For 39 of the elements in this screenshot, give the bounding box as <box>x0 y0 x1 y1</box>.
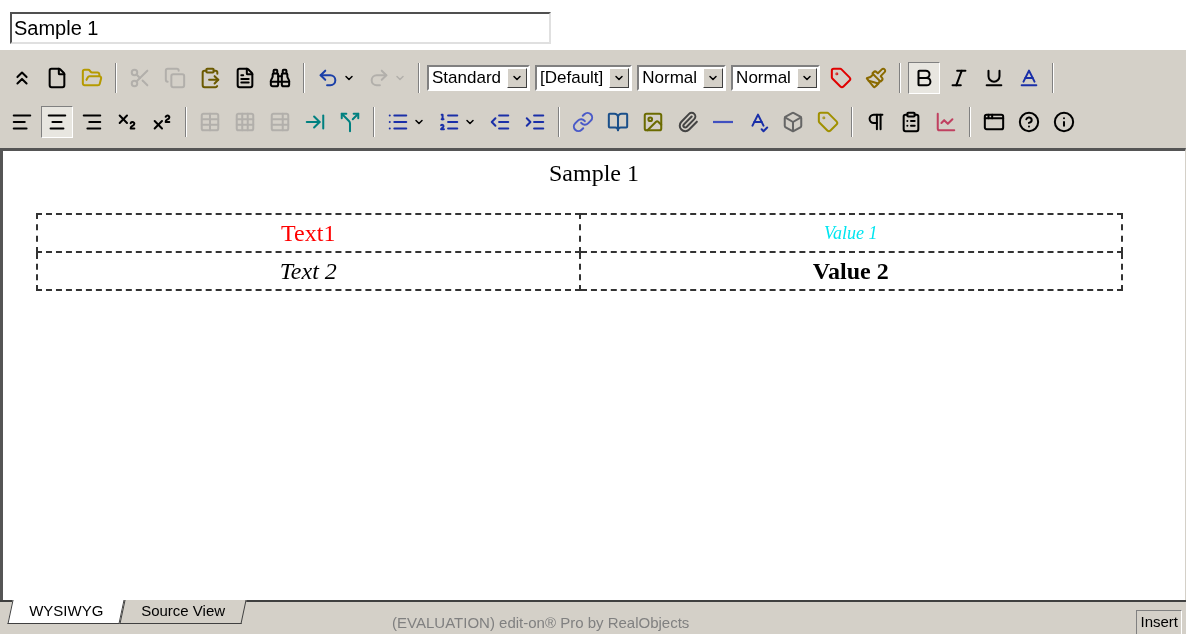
view-tab[interactable]: Source View <box>119 600 247 624</box>
tag-icon <box>817 111 839 133</box>
link-icon <box>572 111 594 133</box>
insert-mode-indicator: Insert <box>1136 610 1182 634</box>
style-dropdown[interactable]: Standard <box>427 65 530 91</box>
style-dropdown[interactable]: Normal <box>637 65 727 91</box>
brush-icon <box>864 67 887 89</box>
cut-icon <box>129 67 151 89</box>
view-tab[interactable]: WYSIWYG <box>7 600 125 624</box>
help-icon <box>1018 111 1040 133</box>
window-icon <box>983 111 1005 133</box>
chart-icon <box>935 111 957 133</box>
new-document-icon <box>46 67 68 89</box>
paperclip-icon <box>677 111 699 133</box>
horizontal-rule-icon <box>712 120 734 124</box>
tag-icon <box>829 67 852 89</box>
toolbar-button[interactable] <box>907 62 940 94</box>
table-cell: Value 2 <box>579 252 1122 290</box>
evaluation-notice: (EVALUATION) edit-on® Pro by RealObjects <box>392 613 690 633</box>
toolbar-button[interactable] <box>41 106 73 138</box>
table-cell: Text 2 <box>37 252 580 290</box>
table-icon <box>199 111 221 133</box>
redo-icon <box>368 67 390 89</box>
info-icon <box>1053 111 1075 133</box>
document-icon <box>234 67 256 89</box>
numbered-list-icon <box>438 111 460 133</box>
paste-icon <box>199 67 221 89</box>
title-field[interactable]: Sample 1 <box>10 12 551 44</box>
copy-icon <box>164 67 186 89</box>
document-heading: Sample 1 <box>548 159 640 188</box>
style-dropdown[interactable]: [Default] <box>535 65 633 91</box>
table-cell: Text1 <box>37 214 580 252</box>
style-dropdown[interactable]: Normal <box>731 65 820 91</box>
find-icon <box>269 67 291 89</box>
cube-icon <box>782 111 804 133</box>
undo-icon <box>317 67 339 89</box>
table-cell: Value 1 <box>579 214 1122 252</box>
open-folder-icon <box>81 67 103 89</box>
image-icon <box>642 111 664 133</box>
